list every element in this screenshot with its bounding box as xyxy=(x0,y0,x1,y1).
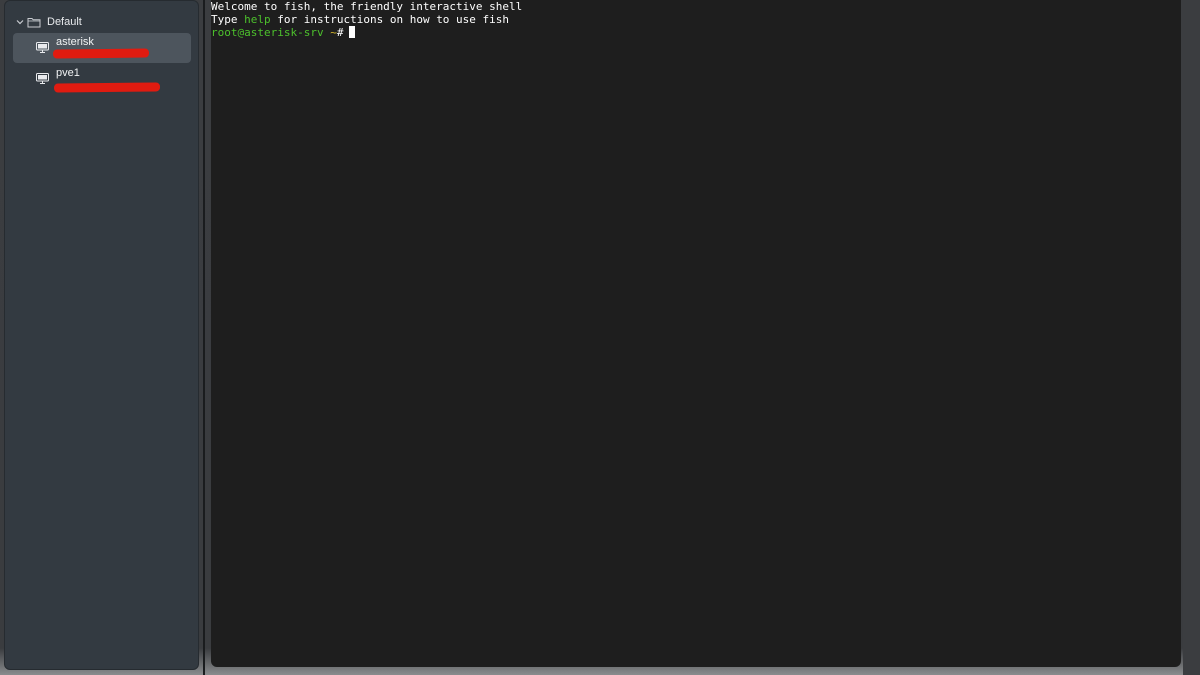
host-item-pve1[interactable]: pve1 xyxy=(13,64,191,94)
help-suffix: for instructions on how to use fish xyxy=(270,13,510,26)
host-item-asterisk[interactable]: asterisk xyxy=(13,33,191,63)
host-name: asterisk xyxy=(56,36,94,48)
folder-icon xyxy=(27,18,41,28)
monitor-icon xyxy=(36,42,49,53)
terminal-prompt-line[interactable]: root@asterisk-srv ~# xyxy=(211,26,1181,39)
host-sidebar: Default asterisk pve1 xyxy=(4,0,199,670)
terminal-line-welcome: Welcome to fish, the friendly interactiv… xyxy=(211,0,1181,13)
welcome-text: Welcome to fish, the friendly interactiv… xyxy=(211,0,523,13)
host-name: pve1 xyxy=(56,67,80,79)
prompt-symbol: # xyxy=(336,26,344,39)
app-window: Default asterisk pve1 Welcome to fish, t… xyxy=(0,0,1200,675)
monitor-icon xyxy=(36,73,49,84)
window-edge xyxy=(1183,0,1200,675)
redacted-address xyxy=(52,48,150,59)
text-cursor xyxy=(349,26,356,38)
help-keyword: help xyxy=(244,13,271,26)
terminal-pane[interactable]: Welcome to fish, the friendly interactiv… xyxy=(211,0,1181,667)
group-default[interactable]: Default xyxy=(15,14,82,30)
prompt-cwd: ~ xyxy=(323,26,337,39)
group-label: Default xyxy=(47,16,82,28)
split-divider[interactable] xyxy=(203,0,205,675)
terminal-line-help: Type help for instructions on how to use… xyxy=(211,13,1181,26)
chevron-down-icon[interactable] xyxy=(15,17,25,27)
prompt-user-host: root@asterisk-srv xyxy=(211,26,324,39)
redacted-address xyxy=(53,82,161,93)
help-prefix: Type xyxy=(211,13,245,26)
